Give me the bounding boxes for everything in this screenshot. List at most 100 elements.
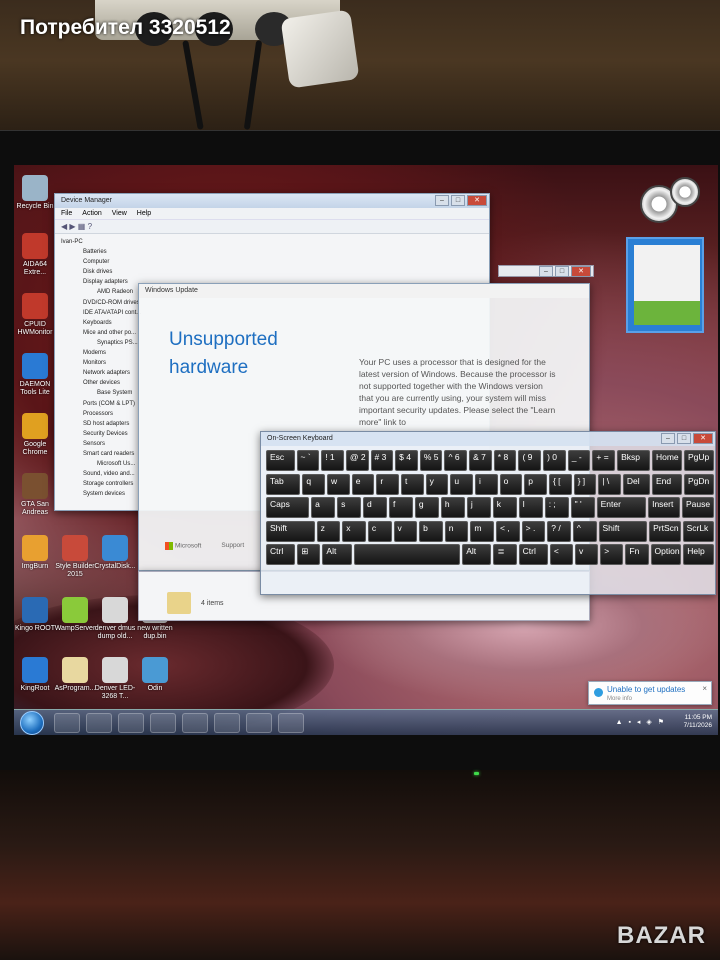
desktop-icon[interactable]: Odin <box>134 657 176 693</box>
back-icon[interactable]: ◀ <box>61 222 67 231</box>
key-[interactable]: < , <box>496 520 520 542</box>
key-[interactable]: > . <box>521 520 546 542</box>
key-[interactable]: ⊞ <box>297 544 321 565</box>
key-esc[interactable]: Esc <box>266 450 295 471</box>
maximize-button[interactable]: □ <box>555 266 569 277</box>
key-pgdn[interactable]: PgDn <box>683 473 714 495</box>
key-end[interactable]: End <box>651 473 682 495</box>
key-m[interactable]: m <box>470 520 494 542</box>
key-[interactable]: { [ <box>548 473 572 495</box>
key-c[interactable]: c <box>367 520 392 542</box>
osk-titlebar[interactable]: On-Screen Keyboard – □ ✕ <box>261 432 715 446</box>
key-o[interactable]: o <box>499 473 523 495</box>
minimize-button[interactable]: – <box>435 195 449 206</box>
key-f[interactable]: f <box>388 497 413 518</box>
device-tree-item[interactable]: Computer <box>55 257 489 267</box>
key-q[interactable]: q <box>302 473 326 495</box>
device-manager-task-icon[interactable] <box>182 713 208 733</box>
desktop-icon[interactable]: Google Chrome <box>14 413 56 457</box>
key-[interactable]: | \ <box>598 473 621 495</box>
key-y[interactable]: y <box>425 473 449 495</box>
key-d[interactable]: d <box>363 497 387 518</box>
key-l[interactable]: l <box>518 497 543 518</box>
key-[interactable]: _ - <box>567 450 591 471</box>
close-button[interactable]: ✕ <box>693 433 713 444</box>
key-[interactable]: ^ <box>572 520 597 542</box>
key-g[interactable]: g <box>414 497 439 518</box>
menu-help[interactable]: Help <box>137 210 151 217</box>
desktop-icon[interactable]: Recycle Bin <box>14 175 56 211</box>
key-alt[interactable]: Alt <box>322 544 352 565</box>
key-space[interactable] <box>353 544 461 565</box>
close-icon[interactable]: × <box>702 684 707 693</box>
desktop-icon[interactable]: Kingo ROOT <box>14 597 56 633</box>
key-w[interactable]: w <box>327 473 350 495</box>
key-enter[interactable]: Enter <box>596 497 647 518</box>
update-notification[interactable]: Unable to get updates More info × <box>588 681 712 705</box>
help-icon[interactable]: ? <box>88 222 92 231</box>
tray-clock[interactable]: 11:05 PM 7/11/2026 <box>684 714 712 730</box>
ie-icon[interactable] <box>54 713 80 733</box>
minimize-button[interactable]: – <box>661 433 675 444</box>
key-h[interactable]: h <box>440 497 465 518</box>
key-prtscn[interactable]: PrtScn <box>649 520 681 542</box>
key-j[interactable]: j <box>466 497 491 518</box>
device-tree-item[interactable]: Ivan-PC <box>55 237 489 247</box>
key-fn[interactable]: Fn <box>625 544 649 565</box>
key-1[interactable]: ! 1 <box>321 450 344 471</box>
key-[interactable]: ≣ <box>493 544 517 565</box>
key-s[interactable]: s <box>337 497 362 518</box>
key-[interactable]: } ] <box>573 473 597 495</box>
desktop-icon[interactable]: Denver LED-3268 T... <box>94 657 136 701</box>
key-0[interactable]: ) 0 <box>543 450 566 471</box>
desktop-icon[interactable]: CPUID HWMonitor <box>14 293 56 337</box>
menu-view[interactable]: View <box>112 210 127 217</box>
desktop-icon[interactable]: Style Builder 2015 <box>54 535 96 579</box>
key-pause[interactable]: Pause <box>682 497 714 518</box>
key-x[interactable]: x <box>342 520 366 542</box>
key-v[interactable]: v <box>393 520 418 542</box>
windows-update-titlebar[interactable]: Windows Update <box>139 284 589 298</box>
key-[interactable]: ~ ` <box>296 450 320 471</box>
key-3[interactable]: # 3 <box>370 450 394 471</box>
key-i[interactable]: i <box>474 473 498 495</box>
desktop-icon[interactable]: denver dmus dump old... <box>94 597 136 641</box>
key-options[interactable]: Options <box>650 544 682 565</box>
key-t[interactable]: t <box>401 473 424 495</box>
key-ctrl[interactable]: Ctrl <box>518 544 548 565</box>
key-pgup[interactable]: PgUp <box>683 450 714 471</box>
key-k[interactable]: k <box>492 497 517 518</box>
windows-update-task-icon[interactable] <box>278 713 304 733</box>
key-p[interactable]: p <box>524 473 547 495</box>
key-del[interactable]: Del <box>622 473 650 495</box>
key-[interactable]: : ; <box>544 497 569 518</box>
key-n[interactable]: n <box>444 520 469 542</box>
system-tray[interactable]: ▲ ▪ ◂ ◈ ⚑ <box>616 718 666 726</box>
key-v[interactable]: v <box>575 544 599 565</box>
desktop-icon[interactable]: WampServer <box>54 597 96 633</box>
maximize-button[interactable]: □ <box>677 433 691 444</box>
menu-action[interactable]: Action <box>82 210 101 217</box>
key-shift[interactable]: Shift <box>266 520 315 542</box>
notification-link[interactable]: More info <box>607 696 632 702</box>
app-task-icon[interactable] <box>214 713 240 733</box>
key-bksp[interactable]: Bksp <box>617 450 650 471</box>
daemon-tools-icon[interactable] <box>246 713 272 733</box>
key-[interactable]: < <box>549 544 574 565</box>
key-scrlk[interactable]: ScrLk <box>682 520 714 542</box>
desktop-icon[interactable]: KingRoot <box>14 657 56 693</box>
maximize-button[interactable]: □ <box>451 195 465 206</box>
key-[interactable]: " ' <box>570 497 595 518</box>
key-alt[interactable]: Alt <box>462 544 492 565</box>
key-8[interactable]: * 8 <box>493 450 517 471</box>
key-u[interactable]: u <box>450 473 473 495</box>
key-caps[interactable]: Caps <box>266 497 310 518</box>
device-tree-item[interactable]: Batteries <box>55 247 489 257</box>
key-5[interactable]: % 5 <box>419 450 443 471</box>
key-4[interactable]: $ 4 <box>395 450 418 471</box>
properties-icon[interactable]: ▦ <box>78 222 86 231</box>
key-2[interactable]: @ 2 <box>345 450 369 471</box>
desktop-icon[interactable]: GTA San Andreas <box>14 473 56 517</box>
desktop-icon[interactable]: ImgBurn <box>14 535 56 571</box>
key-b[interactable]: b <box>419 520 443 542</box>
